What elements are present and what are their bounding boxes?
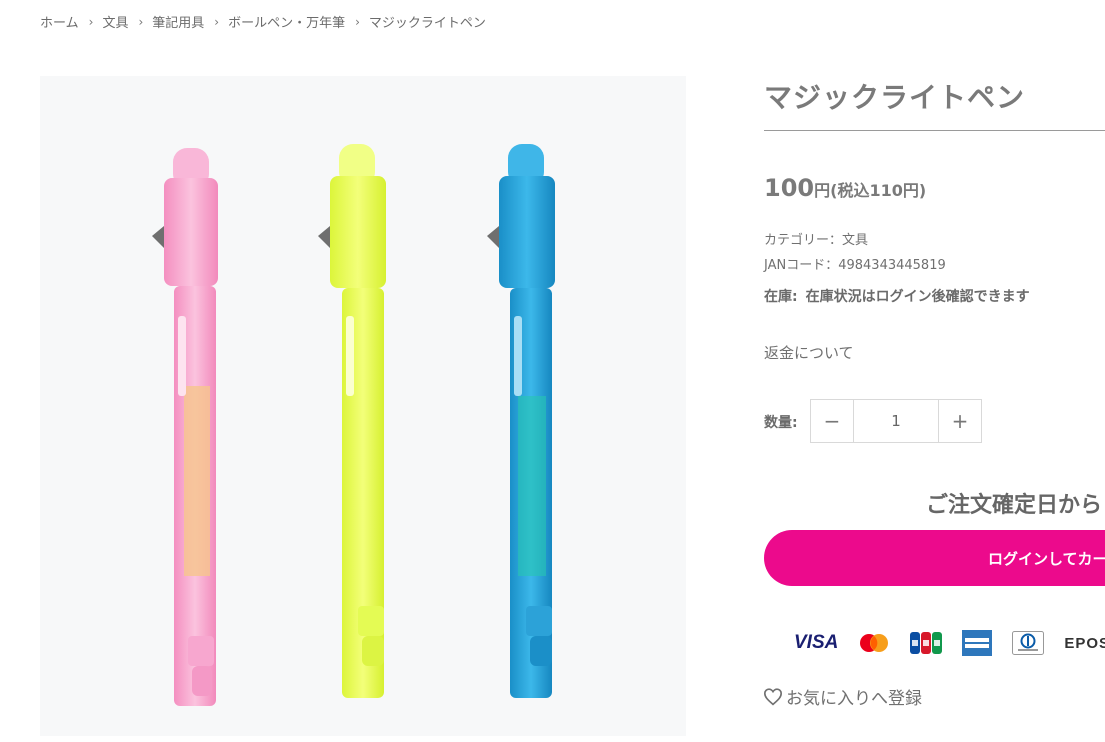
breadcrumb-pens[interactable]: ボールペン・万年筆 [228,12,345,31]
breadcrumb-writing-tools[interactable]: 筆記用具 [152,12,204,31]
chevron-right-icon: › [88,14,94,29]
amex-icon [962,630,993,656]
product-category: カテゴリー：文具 [764,233,869,248]
breadcrumb: ホーム › 文具 › 筆記用具 › ボールペン・万年筆 › マジックライトペン [40,12,486,32]
add-to-favorites-button[interactable]: お気に入りへ登録 [763,684,922,709]
pen-yellow [318,144,386,698]
chevron-right-icon: › [355,14,360,29]
visa-icon: VISA [794,632,839,653]
product-jan-code: JANコード：4984343445819 [764,258,946,273]
price-tax-included: (税込110円) [830,181,927,200]
favorite-label: お気に入りへ登録 [786,689,922,709]
chevron-right-icon: › [138,14,144,29]
breadcrumb-current: マジックライトペン [368,16,486,31]
product-image[interactable] [40,76,686,736]
heart-icon [763,687,783,705]
payment-methods: VISA EPOS [794,628,1105,658]
price-amount: 100 [764,174,815,202]
title-divider [764,130,1105,131]
price-currency: 円 [814,181,831,200]
pen-blue [487,144,555,698]
product-photo [152,144,555,706]
price: 100円(税込110円) [764,174,926,202]
pen-pink [152,148,218,706]
quantity-increase-button[interactable]: + [938,400,981,442]
login-add-to-cart-button[interactable]: ログインしてカー [764,530,1105,586]
quantity-label: 数量: [764,415,798,431]
stock-value: 在庫状況はログイン後確認できます [805,289,1030,305]
breadcrumb-home[interactable]: ホーム [40,12,79,31]
refund-policy-link[interactable]: 返金について [764,342,854,363]
jcb-icon [910,632,943,654]
mastercard-icon [858,633,890,653]
diners-club-icon [1012,631,1045,655]
epos-icon: EPOS [1064,634,1105,652]
quantity-input[interactable] [854,400,938,442]
quantity-stepper: − + [810,399,982,443]
stock-status: 在庫: 在庫状況はログイン後確認できます [764,286,1030,306]
breadcrumb-stationery[interactable]: 文具 [102,12,128,31]
product-title: マジックライトペン [764,81,1026,114]
stock-label: 在庫: [764,289,798,305]
delivery-notice: ご注文確定日から [926,493,1103,518]
quantity-decrease-button[interactable]: − [811,400,854,442]
chevron-right-icon: › [214,14,220,29]
